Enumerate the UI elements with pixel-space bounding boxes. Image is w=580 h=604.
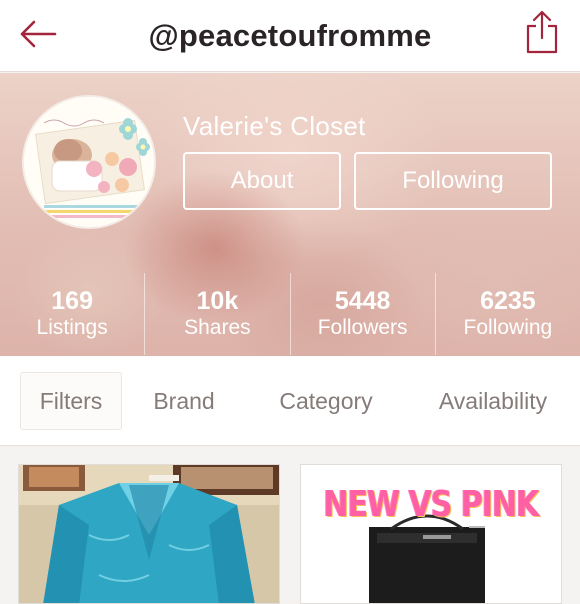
stat-label: Followers <box>317 316 408 339</box>
category-tab[interactable]: Category <box>258 372 394 430</box>
stat-label: Following <box>463 316 553 339</box>
stat-value: 5448 <box>334 287 391 315</box>
stat-shares[interactable]: 10k Shares <box>145 273 291 355</box>
avatar-image <box>24 97 154 227</box>
brand-tab[interactable]: Brand <box>140 372 228 430</box>
closet-name: Valerie's Closet <box>183 111 366 141</box>
stat-label: Listings <box>36 316 108 339</box>
stat-value: 169 <box>51 287 93 315</box>
availability-tab[interactable]: Availability <box>422 372 564 430</box>
stat-label: Shares <box>184 316 251 339</box>
about-button[interactable]: About <box>183 152 341 210</box>
following-button[interactable]: Following <box>354 152 552 210</box>
listing-grid: NEW VS PINK <box>0 447 580 604</box>
filter-bar: Filters Brand Category Availability <box>0 356 580 446</box>
avatar[interactable] <box>22 95 156 229</box>
profile-banner: Valerie's Closet About Following 169 Lis… <box>0 73 580 356</box>
stat-listings[interactable]: 169 Listings <box>0 273 146 355</box>
listing-image <box>19 465 279 603</box>
filters-tab[interactable]: Filters <box>20 372 122 430</box>
share-icon <box>526 10 558 54</box>
page-title: @peacetoufromme <box>148 17 432 53</box>
top-nav-bar: @peacetoufromme <box>0 0 580 72</box>
stat-followers[interactable]: 5448 Followers <box>291 273 436 355</box>
stat-value: 6235 <box>480 287 536 315</box>
profile-stats: 169 Listings 10k Shares 5448 Followers 6… <box>0 273 580 355</box>
back-button[interactable] <box>16 14 60 54</box>
stat-following[interactable]: 6235 Following <box>436 273 580 355</box>
back-arrow-icon <box>20 20 57 48</box>
listing-card[interactable]: NEW VS PINK <box>300 464 562 604</box>
share-button[interactable] <box>522 8 562 56</box>
stat-value: 10k <box>196 287 239 315</box>
listing-card[interactable] <box>18 464 280 604</box>
listing-overlay-text: NEW VS PINK <box>323 483 540 526</box>
